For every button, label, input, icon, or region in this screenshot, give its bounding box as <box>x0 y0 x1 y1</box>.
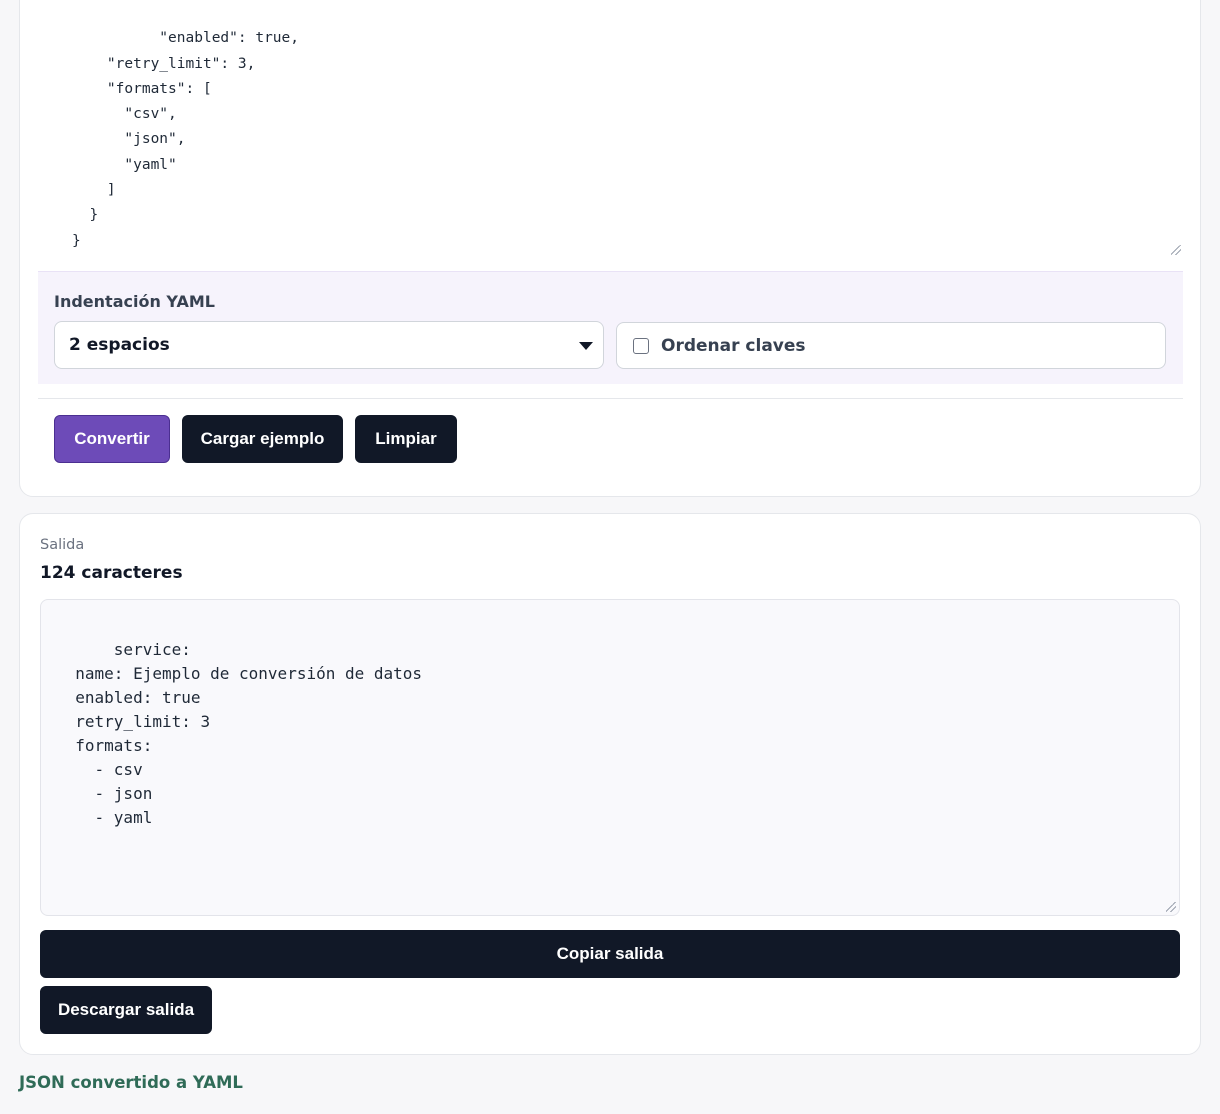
output-kicker: Salida <box>40 537 85 553</box>
yaml-output-text: service: name: Ejemplo de conversión de … <box>75 640 423 827</box>
resize-handle-icon[interactable] <box>1166 902 1176 912</box>
output-card: Salida 124 caracteres service: name: Eje… <box>19 513 1201 1055</box>
input-card: "enabled": true, "retry_limit": 3, "form… <box>19 0 1201 497</box>
load-sample-button[interactable]: Cargar ejemplo <box>182 415 343 463</box>
indent-label: Indentación YAML <box>54 292 215 311</box>
sort-keys-toggle[interactable]: Ordenar claves <box>616 322 1166 369</box>
json-input-text: "enabled": true, "retry_limit": 3, "form… <box>72 30 299 249</box>
page: "enabled": true, "retry_limit": 3, "form… <box>0 0 1220 1114</box>
download-output-button[interactable]: Descargar salida <box>40 986 212 1034</box>
divider <box>38 398 1183 399</box>
status-message: JSON convertido a YAML <box>19 1073 243 1092</box>
output-char-count: 124 caracteres <box>40 563 183 583</box>
chevron-down-icon <box>579 342 593 350</box>
sort-keys-checkbox[interactable] <box>633 337 649 354</box>
yaml-output-textarea[interactable]: service: name: Ejemplo de conversión de … <box>40 599 1180 916</box>
json-input-textarea[interactable]: "enabled": true, "retry_limit": 3, "form… <box>38 0 1183 271</box>
indent-select[interactable]: 2 espacios <box>54 321 604 369</box>
indent-selected-value: 2 espacios <box>69 335 170 355</box>
convert-button[interactable]: Convertir <box>54 415 170 463</box>
copy-output-button[interactable]: Copiar salida <box>40 930 1180 978</box>
sort-keys-label: Ordenar claves <box>661 335 806 356</box>
options-panel: Indentación YAML 2 espacios Ordenar clav… <box>38 271 1183 384</box>
clear-button[interactable]: Limpiar <box>355 415 457 463</box>
resize-handle-icon[interactable] <box>1171 245 1181 255</box>
